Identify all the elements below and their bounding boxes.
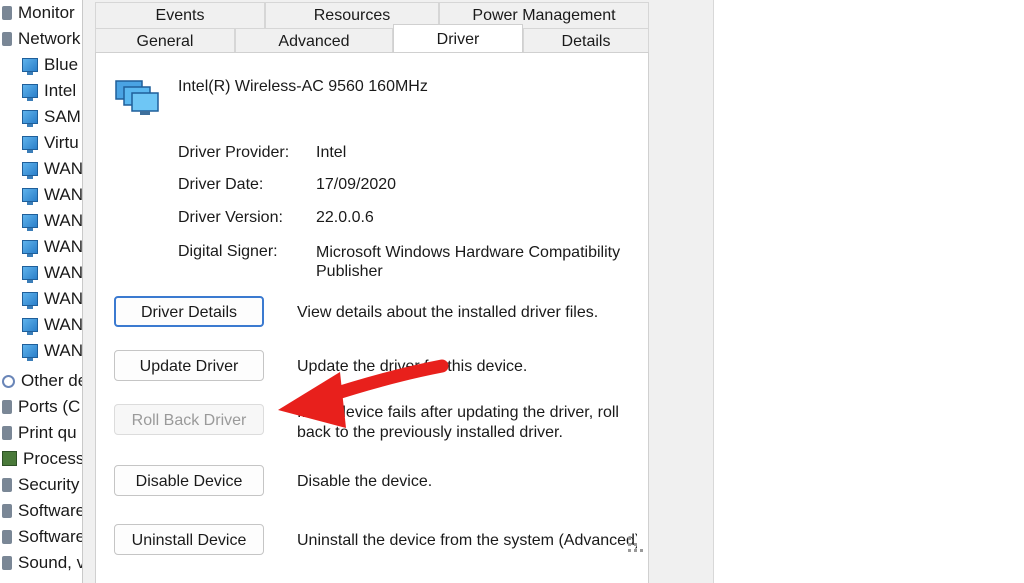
network-adapter-icon	[22, 292, 38, 309]
tab-general[interactable]: General	[95, 28, 235, 54]
device-name: Intel(R) Wireless-AC 9560 160MHz	[178, 78, 428, 95]
annotation-arrow-icon	[278, 359, 449, 428]
driver-provider-value: Intel	[316, 144, 347, 161]
tree-item-print-queues[interactable]: Print qu	[2, 420, 77, 446]
driver-version-value: 22.0.0.6	[316, 209, 374, 226]
disable-device-button[interactable]: Disable Device	[114, 465, 264, 496]
tree-item-adapter[interactable]: WAN	[22, 260, 83, 286]
digital-signer-value: Microsoft Windows Hardware Compatibility…	[316, 244, 621, 280]
tree-item-adapter[interactable]: Blue	[22, 52, 78, 78]
tab-advanced[interactable]: Advanced	[235, 28, 393, 54]
driver-provider-label: Driver Provider:	[178, 144, 290, 161]
tab-events[interactable]: Events	[95, 2, 265, 28]
network-adapter-icon	[22, 214, 38, 231]
update-driver-button[interactable]: Update Driver	[114, 350, 264, 381]
network-adapters-icon	[2, 32, 12, 46]
tree-item-adapter[interactable]: SAM	[22, 104, 81, 130]
tree-item-adapter[interactable]: WAN	[22, 208, 83, 234]
tree-item-processors[interactable]: Process	[2, 446, 84, 472]
tree-item-adapter[interactable]: WAN	[22, 156, 83, 182]
tree-item-adapter[interactable]: Virtu	[22, 130, 79, 156]
processor-icon	[2, 451, 17, 466]
roll-back-driver-button[interactable]: Roll Back Driver	[114, 404, 264, 435]
tree-item-adapter[interactable]: WAN	[22, 338, 83, 364]
digital-signer-label: Digital Signer:	[178, 243, 278, 260]
tree-item-adapter[interactable]: WAN	[22, 312, 83, 338]
network-adapter-icon	[22, 318, 38, 335]
device-tree: Monitor Network Blue Intel SAM Virtu WAN…	[0, 0, 90, 583]
tree-item-ports[interactable]: Ports (C	[2, 394, 80, 420]
uninstall-device-description: Uninstall the device from the system (Ad…	[297, 532, 637, 549]
network-adapter-icon	[22, 188, 38, 205]
network-adapter-icon	[22, 240, 38, 257]
driver-details-description: View details about the installed driver …	[297, 304, 599, 321]
software-icon	[2, 504, 12, 518]
tab-row-bottom: General Advanced Driver Details	[95, 24, 649, 54]
software-icon	[2, 530, 12, 544]
tab-driver[interactable]: Driver	[393, 24, 523, 54]
ports-icon	[2, 400, 12, 414]
network-adapter-icon	[22, 344, 38, 361]
tree-item-software-devices[interactable]: Software	[2, 524, 85, 550]
uninstall-device-button[interactable]: Uninstall Device	[114, 524, 264, 555]
network-adapter-icon	[22, 266, 38, 283]
other-devices-icon	[2, 375, 15, 388]
tree-item-network-adapters[interactable]: Network	[2, 26, 80, 52]
security-icon	[2, 478, 12, 492]
driver-date-value: 17/09/2020	[316, 176, 397, 193]
tree-item-adapter[interactable]: WAN	[22, 286, 83, 312]
network-adapter-icon	[22, 84, 38, 101]
tree-item-adapter[interactable]: Intel	[22, 78, 76, 104]
tree-item-security[interactable]: Security	[2, 472, 79, 498]
sound-icon	[2, 556, 12, 570]
tab-row-top: Events Resources Power Management	[95, 2, 649, 28]
network-adapter-icon	[22, 58, 38, 75]
tree-item-software-components[interactable]: Software	[2, 498, 85, 524]
tree-item-adapter[interactable]: WAN	[22, 182, 83, 208]
network-adapter-icon	[22, 136, 38, 153]
monitor-icon	[2, 6, 12, 20]
tab-details[interactable]: Details	[523, 28, 649, 54]
driver-details-button[interactable]: Driver Details	[114, 296, 264, 327]
network-adapter-device-icon	[115, 80, 159, 115]
tree-item-other-devices[interactable]: Other de	[2, 368, 87, 394]
tree-item-sound[interactable]: Sound, v	[2, 550, 85, 576]
network-adapter-icon	[22, 162, 38, 179]
driver-version-label: Driver Version:	[178, 209, 283, 226]
tree-item-adapter[interactable]: WAN	[22, 234, 83, 260]
driver-date-label: Driver Date:	[178, 176, 264, 193]
tree-item-monitors[interactable]: Monitor	[2, 0, 75, 26]
print-queue-icon	[2, 426, 12, 440]
disable-device-description: Disable the device.	[297, 473, 433, 490]
resize-grip-icon[interactable]	[626, 533, 646, 555]
network-adapter-icon	[22, 110, 38, 127]
